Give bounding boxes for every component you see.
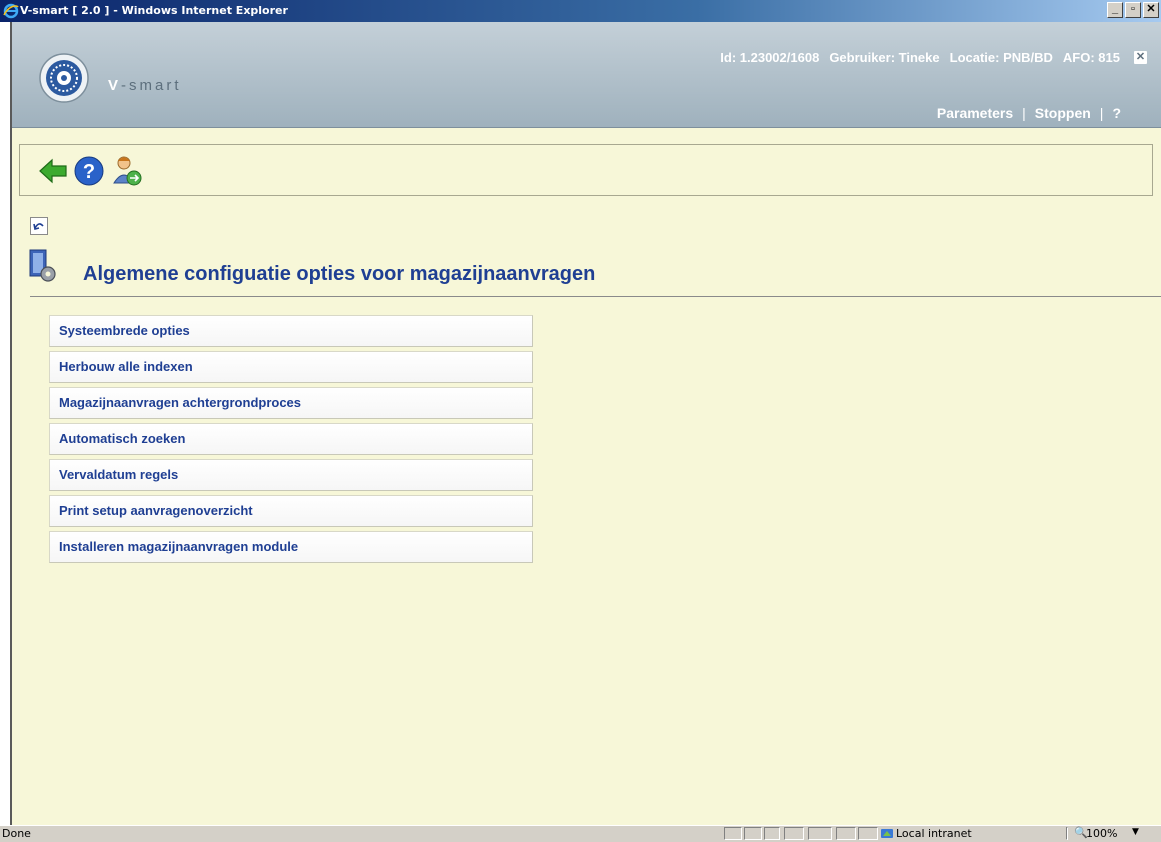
internet-explorer-icon xyxy=(3,3,19,19)
nav-separator: | xyxy=(1099,105,1104,121)
menu-item-vervaldatum-regels[interactable]: Vervaldatum regels xyxy=(49,459,533,491)
options-menu: Systeembrede opties Herbouw alle indexen… xyxy=(49,315,533,567)
application-frame: V-smart Id: 1.23002/1608 Gebruiker: Tine… xyxy=(10,22,1161,825)
security-zone: Local intranet xyxy=(896,827,972,840)
maximize-button[interactable]: ▫ xyxy=(1125,2,1141,18)
status-cell xyxy=(764,827,780,840)
close-session-icon[interactable]: ✕ xyxy=(1134,51,1147,64)
status-text: Done xyxy=(2,827,31,840)
menu-item-automatisch-zoeken[interactable]: Automatisch zoeken xyxy=(49,423,533,455)
menu-item-systeembrede-opties[interactable]: Systeembrede opties xyxy=(49,315,533,347)
help-link[interactable]: ? xyxy=(1112,105,1121,121)
status-cell xyxy=(784,827,804,840)
vsmart-logo-icon xyxy=(39,53,89,103)
intranet-globe-icon xyxy=(881,829,893,838)
menu-item-achtergrondproces[interactable]: Magazijnaanvragen achtergrondproces xyxy=(49,387,533,419)
window-controls: _ ▫ ✕ xyxy=(1107,2,1159,18)
nav-separator: | xyxy=(1022,105,1026,121)
user-switch-icon[interactable] xyxy=(110,155,144,187)
session-afo: AFO: 815 xyxy=(1062,50,1120,65)
help-question-icon[interactable]: ? xyxy=(72,155,106,187)
back-arrow-icon[interactable] xyxy=(36,155,70,187)
toolbar: ? xyxy=(19,144,1153,196)
menu-item-print-setup[interactable]: Print setup aanvragenoverzicht xyxy=(49,495,533,527)
menu-item-herbouw-indexen[interactable]: Herbouw alle indexen xyxy=(49,351,533,383)
window-title: V-smart [ 2.0 ] - Windows Internet Explo… xyxy=(20,4,288,17)
status-cell xyxy=(724,827,742,840)
undo-icon xyxy=(33,223,44,230)
status-cell xyxy=(808,827,832,840)
svg-text:?: ? xyxy=(83,161,95,183)
window-title-bar: V-smart [ 2.0 ] - Windows Internet Explo… xyxy=(0,0,1161,22)
status-divider xyxy=(1066,827,1068,840)
session-location: Locatie: PNB/BD xyxy=(949,50,1053,65)
settings-page-icon xyxy=(29,249,56,282)
close-window-button[interactable]: ✕ xyxy=(1143,2,1159,18)
app-header: V-smart Id: 1.23002/1608 Gebruiker: Tine… xyxy=(12,22,1161,128)
menu-item-installeren-module[interactable]: Installeren magazijnaanvragen module xyxy=(49,531,533,563)
zoom-level[interactable]: 100% xyxy=(1086,827,1117,840)
zoom-dropdown-icon[interactable]: ▼ xyxy=(1132,827,1139,837)
top-navigation: Parameters | Stoppen | ? xyxy=(937,105,1121,121)
session-info: Id: 1.23002/1608 Gebruiker: Tineke Locat… xyxy=(720,50,1147,65)
status-cell xyxy=(744,827,762,840)
status-bar: Done Local intranet 🔍 100% ▼ xyxy=(0,825,1161,842)
status-cell xyxy=(836,827,856,840)
page-title: Algemene configuatie opties voor magazij… xyxy=(83,263,596,285)
brand-suffix: -smart xyxy=(121,77,182,94)
brand-prefix: V xyxy=(108,77,122,94)
minimize-button[interactable]: _ xyxy=(1107,2,1123,18)
status-cell xyxy=(858,827,878,840)
stop-link[interactable]: Stoppen xyxy=(1035,105,1091,121)
session-user: Gebruiker: Tineke xyxy=(829,50,940,65)
brand-name: V-smart xyxy=(108,77,182,94)
parameters-link[interactable]: Parameters xyxy=(937,105,1013,121)
title-divider xyxy=(30,296,1161,297)
undo-button[interactable] xyxy=(30,217,48,235)
session-id: Id: 1.23002/1608 xyxy=(720,50,820,65)
